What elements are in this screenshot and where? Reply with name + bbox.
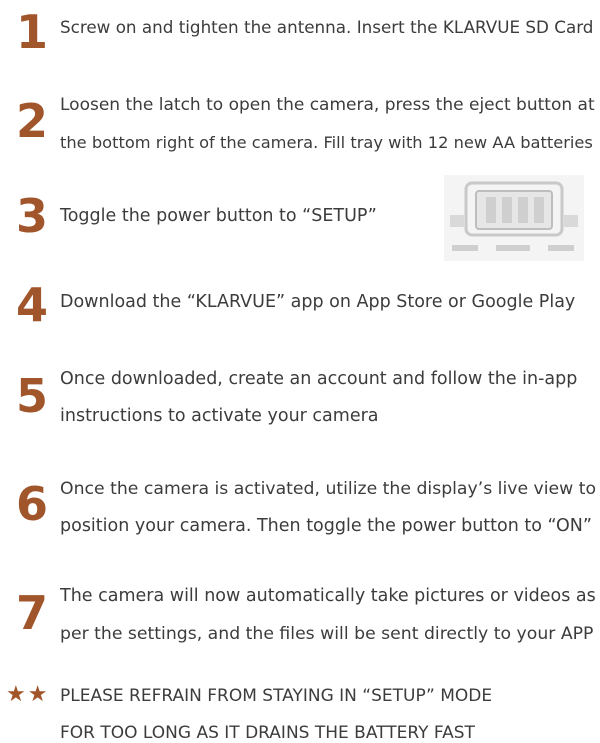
step-number: 6 xyxy=(15,477,48,531)
step-text: Download the “KLARVUE” app on App Store … xyxy=(60,292,576,312)
step-number: 4 xyxy=(15,278,48,332)
step-text: Screw on and tighten the antenna. Insert… xyxy=(60,17,594,37)
step-text: Loosen the latch to open the camera, pre… xyxy=(60,95,595,115)
step-number: 1 xyxy=(15,5,48,59)
step-number: 2 xyxy=(15,94,48,148)
step-text: position your camera. Then toggle the po… xyxy=(60,516,592,536)
step-number: 7 xyxy=(15,586,48,640)
step-text: Once downloaded, create an account and f… xyxy=(60,369,578,389)
step-text: Toggle the power button to “SETUP” xyxy=(60,206,377,226)
step-text: The camera will now automatically take p… xyxy=(60,586,596,606)
power-switch-setup-icon xyxy=(444,175,584,261)
step-number: 5 xyxy=(15,369,48,423)
step-text: Once the camera is activated, utilize th… xyxy=(60,479,597,499)
note-text: PLEASE REFRAIN FROM STAYING IN “SETUP” M… xyxy=(60,686,493,706)
step-text: instructions to activate your camera xyxy=(60,406,379,426)
step-text: per the settings, and the files will be … xyxy=(60,624,594,644)
note-text: FOR TOO LONG AS IT DRAINS THE BATTERY FA… xyxy=(60,723,475,743)
step-number: 3 xyxy=(15,189,48,243)
step-text: the bottom right of the camera. Fill tra… xyxy=(60,133,593,152)
star-icon: ★★ xyxy=(6,682,50,707)
